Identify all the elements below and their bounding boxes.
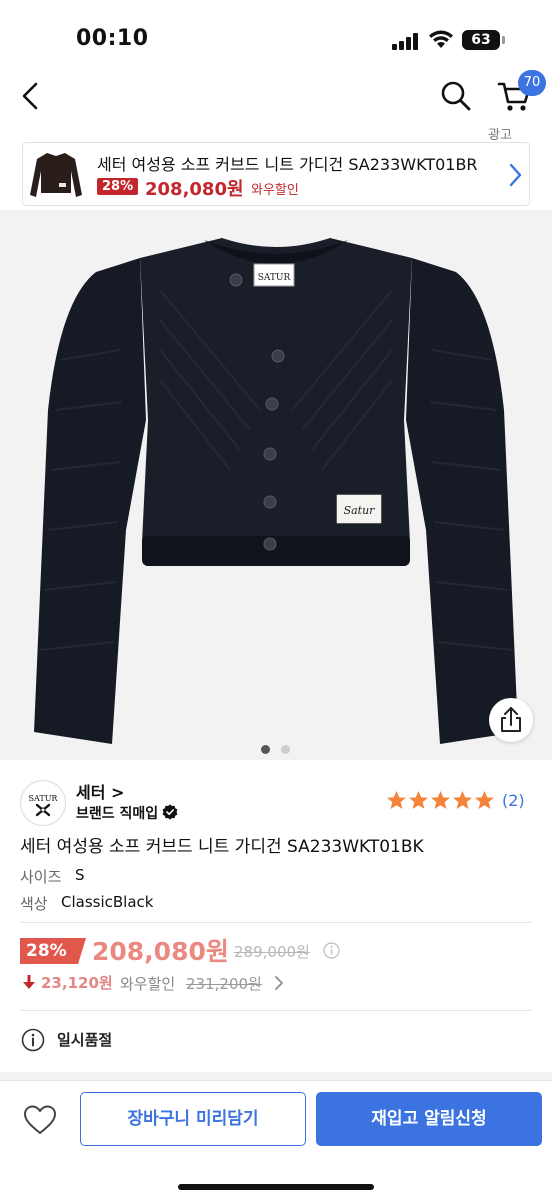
ad-wow-label: 와우할인 [251, 183, 299, 198]
patch-label-text: Satur [344, 504, 376, 517]
star-icon [475, 791, 494, 809]
option-value-size: S [75, 866, 85, 884]
chevron-right-icon [509, 163, 522, 187]
share-button[interactable] [489, 698, 533, 742]
product-image-carousel[interactable]: SATUR Satur [0, 210, 552, 760]
review-count-link[interactable]: (2) [502, 791, 525, 810]
star-icon [431, 791, 450, 809]
carousel-dot-active[interactable] [261, 745, 270, 754]
divider [20, 1010, 532, 1011]
wow-original-price: 231,200원 [186, 975, 262, 993]
neck-label-text: SATUR [258, 273, 291, 283]
cardigan-image: SATUR Satur [0, 210, 552, 760]
restock-notify-button[interactable]: 재입고 알림신청 [316, 1092, 542, 1146]
heart-icon[interactable] [22, 1104, 58, 1136]
option-value-color: ClassicBlack [61, 893, 154, 911]
product-title: 세터 여성용 소프 커브드 니트 가디건 SA233WKT01BK [20, 837, 424, 857]
brand-logo[interactable]: SATUR [20, 780, 66, 826]
back-arrow-icon[interactable] [14, 76, 50, 116]
add-to-cart-preview-button[interactable]: 장바구니 미리담기 [80, 1092, 306, 1146]
rating-stars[interactable] [386, 790, 496, 812]
status-bar: 00:10 63 [0, 0, 552, 70]
cellular-signal-icon [392, 32, 420, 50]
option-label-color: 색상 [20, 895, 48, 913]
brand-name-link[interactable]: 세터 > [76, 779, 124, 803]
chevron-right-icon[interactable] [274, 975, 284, 991]
home-indicator [178, 1184, 374, 1190]
star-icon [453, 791, 472, 809]
battery-indicator: 63 [462, 30, 500, 50]
verified-check-icon [162, 804, 178, 820]
ad-product-thumbnail [27, 147, 85, 203]
status-time: 00:10 [76, 26, 149, 51]
wow-discount-amount: 23,120원 [41, 974, 113, 992]
ad-label: 광고 [488, 128, 512, 143]
star-icon [409, 791, 428, 809]
star-icon [387, 791, 406, 809]
discount-badge: 28% [20, 938, 86, 964]
option-label-size: 사이즈 [20, 868, 62, 886]
ad-banner[interactable]: 세터 여성용 소프 커브드 니트 가디건 SA233WKT01BR 28% 20… [22, 142, 530, 206]
info-icon [21, 1028, 45, 1052]
stock-status: 일시품절 [57, 1031, 113, 1049]
divider [20, 922, 532, 923]
price-info-icon[interactable] [323, 942, 340, 959]
search-icon[interactable] [438, 78, 474, 114]
sale-price: 208,080원 [92, 937, 229, 966]
cart-count-badge: 70 [518, 70, 546, 96]
brand-direct-label: 브랜드 직매입 [76, 806, 159, 822]
carousel-pagination [261, 745, 301, 755]
down-arrow-icon [23, 975, 35, 989]
ad-discount-badge: 28% [97, 178, 139, 195]
carousel-dot[interactable] [281, 745, 290, 754]
wifi-icon [429, 30, 453, 48]
original-price: 289,000원 [234, 943, 310, 961]
ad-price: 208,080원 [145, 179, 244, 200]
ad-title: 세터 여성용 소프 커브드 니트 가디건 SA233WKT01BR [97, 155, 478, 174]
brand-logo-mark: SATUR [29, 794, 59, 817]
wow-discount-label: 와우할인 [120, 975, 176, 993]
top-nav: 70 [0, 70, 552, 122]
brand-logo-text: SATUR [29, 794, 59, 803]
section-separator [0, 1072, 552, 1080]
battery-tip [502, 36, 505, 44]
